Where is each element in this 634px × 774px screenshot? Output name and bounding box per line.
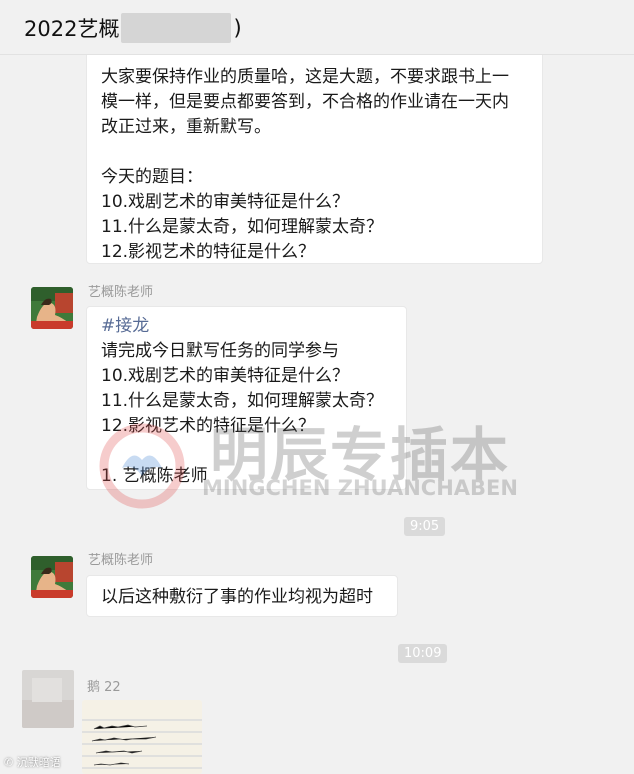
message-line: 10.戏剧艺术的审美特征是什么？ bbox=[101, 366, 350, 386]
message-bubble-warning[interactable]: 以后这种敷衍了事的作业均视为超时 bbox=[86, 575, 398, 617]
message-bubble-assignment[interactable]: 大家要保持作业的质量哈，这是大题，不要求跟书上一 模一样，但是要点都要答到，不合… bbox=[86, 40, 543, 264]
redacted-title-block bbox=[121, 13, 232, 43]
sender-name: 艺概陈老师 bbox=[88, 553, 154, 568]
chat-title[interactable]: 2022艺概 ) bbox=[24, 13, 242, 43]
chat-title-suffix: ) bbox=[233, 16, 242, 40]
image-message-thumbnail[interactable] bbox=[82, 700, 202, 774]
corner-watermark-text: 沉默暗语 bbox=[16, 756, 61, 769]
chat-title-prefix: 2022艺概 bbox=[24, 17, 120, 41]
avatar-teacher[interactable] bbox=[31, 556, 73, 598]
hashtag-link[interactable]: #接龙 bbox=[101, 314, 392, 339]
timestamp: 9:05 bbox=[404, 517, 446, 536]
message-line: 今天的题目： bbox=[101, 167, 203, 187]
sender-name: 鹅 22 bbox=[87, 680, 121, 695]
sender-name: 艺概陈老师 bbox=[88, 285, 154, 300]
message-line: 12.影视艺术的特征是什么？ bbox=[101, 242, 316, 262]
message-line: 改正过来，重新默写。 bbox=[101, 117, 271, 137]
corner-watermark: ✆ 沉默暗语 bbox=[4, 754, 61, 770]
timestamp: 10:09 bbox=[398, 644, 448, 663]
message-line: 模一样，但是要点都要答到，不合格的作业请在一天内 bbox=[101, 92, 509, 112]
message-line: 大家要保持作业的质量哈，这是大题，不要求跟书上一 bbox=[101, 67, 509, 87]
message-line: 11.什么是蒙太奇，如何理解蒙太奇？ bbox=[101, 391, 384, 411]
message-line: 11.什么是蒙太奇，如何理解蒙太奇？ bbox=[101, 217, 384, 237]
message-line: 请完成今日默写任务的同学参与 bbox=[101, 341, 339, 361]
avatar-blurred[interactable] bbox=[22, 670, 74, 728]
avatar-teacher[interactable] bbox=[31, 287, 73, 329]
message-line: 10.戏剧艺术的审美特征是什么？ bbox=[101, 192, 350, 212]
message-text: 以后这种敷衍了事的作业均视为超时 bbox=[101, 587, 373, 607]
message-bubble-jielong[interactable]: #接龙 请完成今日默写任务的同学参与 10.戏剧艺术的审美特征是什么？ 11.什… bbox=[86, 306, 407, 490]
message-line: 1. 艺概陈老师 bbox=[101, 466, 208, 486]
message-line: 12.影视艺术的特征是什么？ bbox=[101, 416, 316, 436]
weibo-icon: ✆ bbox=[4, 756, 14, 769]
chat-title-bar: 2022艺概 ) bbox=[0, 0, 634, 55]
